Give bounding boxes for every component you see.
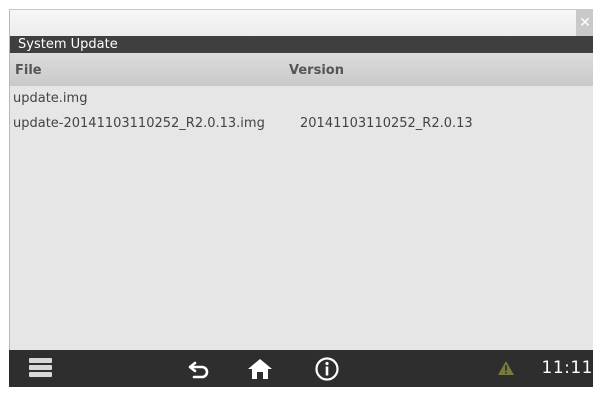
column-header-file[interactable]: File: [15, 63, 42, 78]
home-icon[interactable]: [247, 357, 273, 394]
back-icon[interactable]: [187, 357, 211, 394]
file-name: update.img: [13, 86, 87, 111]
dialog-title: System Update: [10, 36, 593, 53]
menu-icon[interactable]: [29, 358, 52, 379]
clock: 11:11: [542, 350, 593, 387]
list-item[interactable]: update.img: [10, 86, 593, 111]
file-name: update-20141103110252_R2.0.13.img: [13, 111, 265, 136]
info-icon[interactable]: [314, 356, 340, 393]
system-nav-bar: 11:11: [9, 350, 593, 387]
column-header: File Version: [10, 53, 593, 86]
window-title-strip: ✕: [10, 10, 593, 36]
close-button[interactable]: ✕: [576, 10, 593, 36]
close-icon: ✕: [579, 15, 591, 31]
update-window: ✕ System Update File Version update.img …: [9, 9, 593, 351]
warning-icon[interactable]: [497, 360, 515, 397]
column-header-version[interactable]: Version: [289, 63, 344, 78]
file-list: update.img update-20141103110252_R2.0.13…: [10, 86, 593, 136]
list-item[interactable]: update-20141103110252_R2.0.13.img 201411…: [10, 111, 593, 136]
file-version: 20141103110252_R2.0.13: [300, 111, 473, 136]
